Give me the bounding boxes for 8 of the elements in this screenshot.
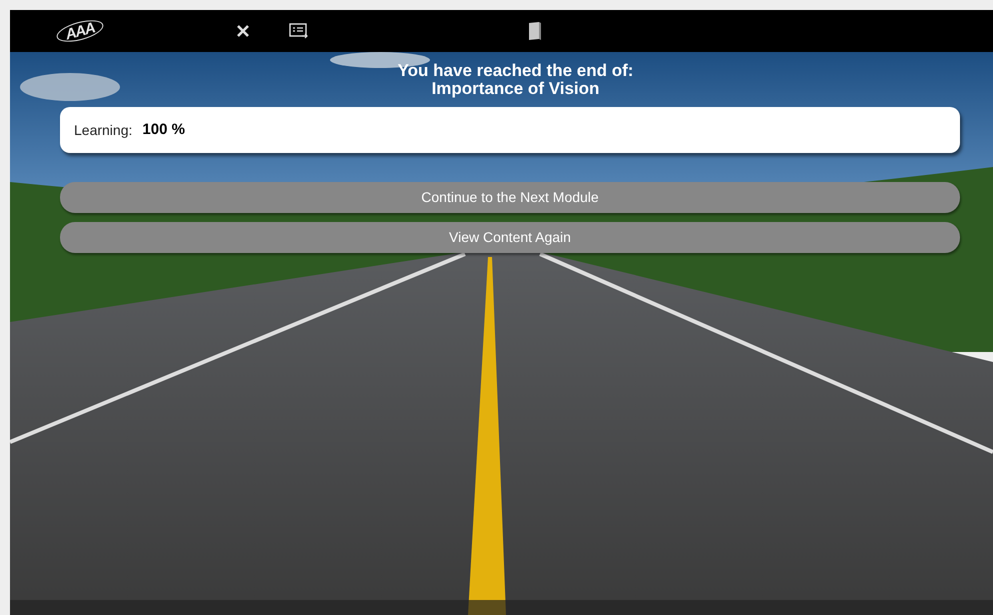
action-button[interactable]: View Content Again xyxy=(60,222,960,253)
action-button[interactable]: Continue to the Next Module xyxy=(60,182,960,213)
progress-label: Learning: xyxy=(74,120,132,140)
module-title: Importance of Vision xyxy=(432,80,600,98)
close-icon xyxy=(237,25,249,37)
book-icon xyxy=(527,21,543,41)
completion-heading: You have reached the end of: xyxy=(398,62,634,80)
progress-value: 100 % xyxy=(142,120,185,140)
